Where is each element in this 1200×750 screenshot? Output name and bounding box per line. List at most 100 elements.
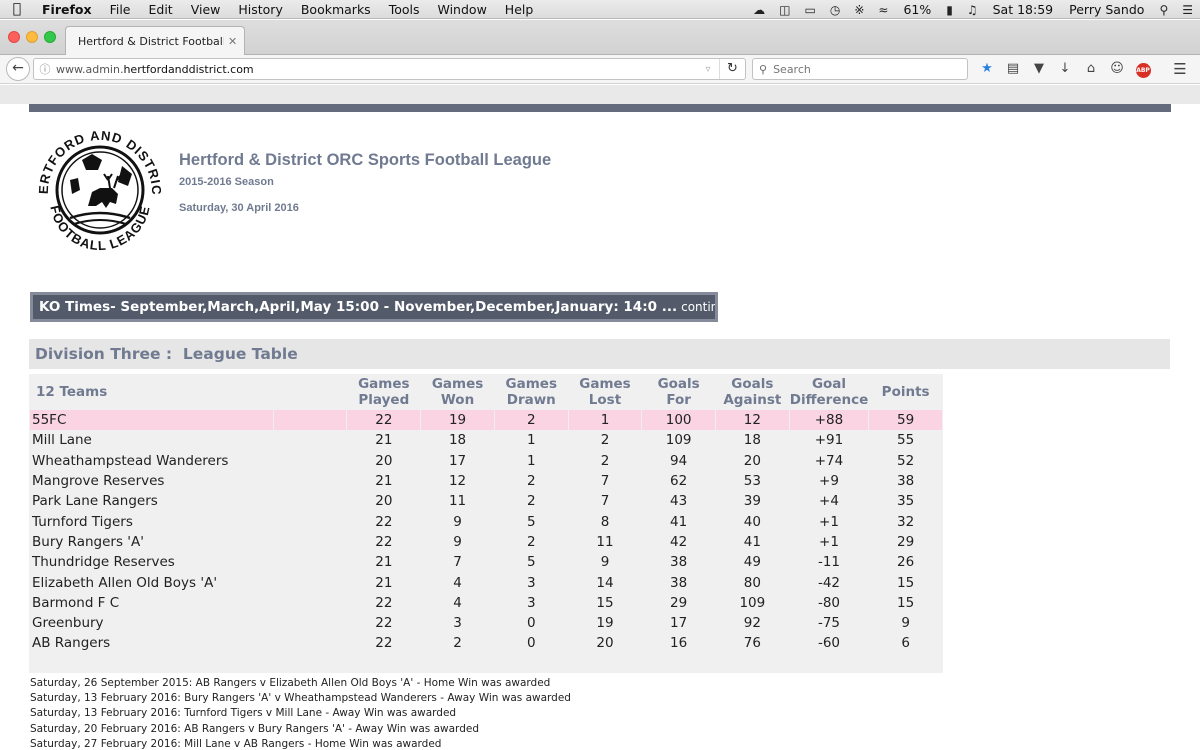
bluetooth-icon[interactable]: ※ <box>847 3 871 17</box>
cell-won: 9 <box>453 513 462 530</box>
cell-goals-against: 20 <box>743 452 761 469</box>
url-dropdown-icon[interactable]: ▿ <box>697 64 719 75</box>
division-title: Division Three : League Table <box>35 345 298 363</box>
bookmark-star-icon[interactable]: ★ <box>974 59 1000 79</box>
cell-drawn: 5 <box>526 554 536 571</box>
notification-center-icon[interactable]: ☰ <box>1175 3 1200 17</box>
menubar-status-area: ☁ ◫ ▭ ◷ ※ ≈ 61% ▮ ♫ Sat 18:59 Perry Sand… <box>746 0 1200 19</box>
search-input[interactable] <box>773 62 954 76</box>
cell-goals-for: 17 <box>670 615 688 632</box>
cell-spacer <box>274 491 346 511</box>
cell-goal-difference: +4 <box>819 493 839 510</box>
home-icon[interactable]: ⌂ <box>1078 59 1104 79</box>
cell-lost: 1 <box>568 410 642 431</box>
menu-window[interactable]: Window <box>429 2 496 17</box>
menu-tools[interactable]: Tools <box>380 2 429 17</box>
search-bar[interactable]: ⚲ <box>752 58 968 80</box>
reading-list-icon[interactable]: ▤ <box>1000 59 1026 79</box>
back-icon[interactable]: ← <box>6 57 30 81</box>
cell-goal-difference: -75 <box>817 615 841 632</box>
table-row: Turnford Tigers 22 9 5 8 41 40 +1 32 <box>30 511 942 531</box>
menu-edit[interactable]: Edit <box>139 2 181 17</box>
cell-drawn: 3 <box>526 574 536 591</box>
battery-percent[interactable]: 61% <box>895 2 939 17</box>
cell-played: 21 <box>375 432 393 449</box>
cell-goals-against: 12 <box>715 410 789 431</box>
cell-goal-difference: -42 <box>817 574 841 591</box>
cell-team: Thundridge Reserves <box>32 554 175 571</box>
result-line: Saturday, 13 February 2016: Turnford Tig… <box>30 707 457 720</box>
league-table-container: 12 Teams Games Played Games Won Games Drawn… <box>29 374 943 673</box>
downloads-icon[interactable]: ↓ <box>1052 59 1078 79</box>
cell-team: AB Rangers <box>32 635 111 652</box>
adblock-icon[interactable]: ABP <box>1130 59 1156 79</box>
volume-icon[interactable]: ♫ <box>960 3 985 17</box>
cell-goals-for: 38 <box>670 574 688 591</box>
cell-lost: 2 <box>600 452 610 469</box>
table-row: AB Rangers 22 2 0 20 16 76 -60 6 <box>30 633 942 653</box>
document-icon[interactable]: ◫ <box>772 3 797 17</box>
table-row: Mangrove Reserves 21 12 2 7 62 53 +9 38 <box>30 471 942 491</box>
clock[interactable]: Sat 18:59 <box>985 2 1062 17</box>
cell-spacer <box>274 451 346 471</box>
spotlight-search-icon[interactable]: ⚲ <box>1152 3 1175 17</box>
result-line: Saturday, 27 February 2016: Mill Lane v … <box>30 737 442 750</box>
cell-played: 20 <box>375 493 393 510</box>
apple-icon[interactable]:  <box>0 1 34 17</box>
result-line: Saturday, 20 February 2016: AB Rangers v… <box>30 722 479 735</box>
window-minimize-button[interactable] <box>26 31 38 43</box>
menu-help[interactable]: Help <box>496 2 543 17</box>
menu-file[interactable]: File <box>101 2 140 17</box>
cell-team: Greenbury <box>32 615 104 632</box>
ticker-text: KO Times- September,March,April,May 15:0… <box>39 299 678 315</box>
cell-drawn: 5 <box>526 513 536 530</box>
menu-history[interactable]: History <box>229 2 291 17</box>
cell-won: 17 <box>448 452 467 469</box>
cell-goal-difference: -80 <box>817 594 841 611</box>
tab-active[interactable]: Hertford & District Football Lea... ✕ <box>65 26 245 55</box>
menu-icon[interactable]: ☰ <box>1170 59 1190 79</box>
emoji-icon[interactable]: ☺ <box>1104 59 1130 79</box>
window-maximize-button[interactable] <box>44 31 56 43</box>
cell-drawn: 2 <box>494 410 568 431</box>
col-won: Games Won <box>431 376 484 408</box>
cell-won: 2 <box>453 635 462 652</box>
cell-spacer <box>274 593 346 613</box>
cell-lost: 14 <box>596 574 614 591</box>
col-points: Points <box>881 384 930 400</box>
airplay-icon[interactable]: ▭ <box>798 3 823 17</box>
url-text[interactable]: www.admin.hertfordanddistrict.com <box>56 63 697 76</box>
reload-icon[interactable]: ↻ <box>719 59 745 79</box>
ticker-continue-link[interactable]: continue <box>681 300 715 314</box>
wifi-icon[interactable]: ≈ <box>871 3 895 17</box>
cell-lost: 7 <box>600 493 610 510</box>
tab-close-icon[interactable]: ✕ <box>228 35 237 48</box>
cell-points: 15 <box>897 594 915 611</box>
table-row: Barmond F C 22 4 3 15 29 109 -80 15 <box>30 593 942 613</box>
cell-played: 22 <box>375 513 393 530</box>
awarded-results-list: Saturday, 26 September 2015: AB Rangers … <box>30 676 571 750</box>
cloud-sync-icon[interactable]: ☁ <box>746 3 772 17</box>
cell-spacer <box>274 633 346 653</box>
info-icon[interactable]: ⓘ <box>34 61 56 77</box>
url-bar[interactable]: ⓘ www.admin.hertfordanddistrict.com ▿ ↻ <box>33 58 746 80</box>
col-goals-against: Goals Against <box>723 376 782 408</box>
time-machine-icon[interactable]: ◷ <box>823 3 847 17</box>
cell-goals-against: 49 <box>743 554 761 571</box>
table-header-row: 12 Teams Games Played Games Won Games Drawn… <box>30 374 942 410</box>
cell-goals-against: 41 <box>743 533 761 550</box>
cell-goals-against: 18 <box>743 432 761 449</box>
user-name[interactable]: Perry Sando <box>1061 2 1152 17</box>
cell-won: 12 <box>448 473 467 490</box>
cell-spacer <box>274 532 346 552</box>
cell-goals-for: 62 <box>670 473 688 490</box>
page-date: Saturday, 30 April 2016 <box>179 202 299 214</box>
menu-bookmarks[interactable]: Bookmarks <box>292 2 380 17</box>
window-close-button[interactable] <box>8 31 20 43</box>
battery-icon[interactable]: ▮ <box>939 3 960 17</box>
cell-goal-difference: +1 <box>819 533 839 550</box>
menu-app-name[interactable]: Firefox <box>34 2 101 17</box>
pocket-icon[interactable]: ▼ <box>1026 59 1052 79</box>
division-header: Division Three : League Table <box>29 339 1170 369</box>
menu-view[interactable]: View <box>182 2 230 17</box>
